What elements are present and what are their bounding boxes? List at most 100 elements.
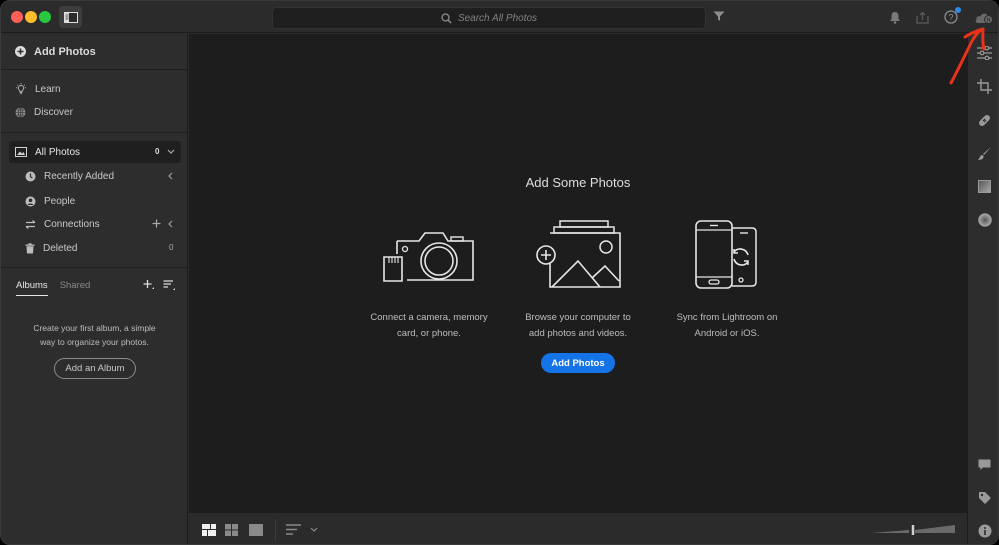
- tool-brush[interactable]: [976, 145, 993, 162]
- tool-comments[interactable]: [976, 456, 993, 473]
- main-content: Add Some Photos Connect a camera, memory…: [189, 34, 967, 512]
- albums-tabs: Albums Shared: [16, 280, 90, 296]
- sidebar-divider: [1, 132, 188, 133]
- all-photos-label: All Photos: [35, 146, 81, 158]
- empty-albums-line2: way to organize your photos.: [40, 337, 149, 347]
- tool-radial-gradient[interactable]: [976, 211, 993, 228]
- right-toolstrip: [967, 34, 998, 544]
- share-button[interactable]: [914, 9, 930, 25]
- empty-state-title: Add Some Photos: [525, 175, 631, 190]
- detail-view-icon[interactable]: [249, 524, 263, 536]
- comment-icon: [978, 459, 991, 470]
- tool-edit[interactable]: [976, 44, 993, 61]
- sidebar-divider: [1, 267, 188, 268]
- healing-bandage-icon: [979, 115, 990, 126]
- empty-albums-line1: Create your first album, a simple: [33, 323, 156, 333]
- deleted-count: 0: [169, 243, 174, 252]
- cloud-sync-button[interactable]: [974, 9, 994, 25]
- option-browse-line1: Browse your computer to: [525, 312, 631, 323]
- sidebar-item-deleted[interactable]: Deleted 0: [9, 237, 181, 259]
- close-window-button[interactable]: [11, 11, 23, 23]
- tab-shared[interactable]: Shared: [60, 280, 91, 296]
- app-window: Search All Photos ? Add Photos Learn Dis…: [0, 0, 999, 545]
- info-icon: [978, 524, 991, 537]
- tool-crop[interactable]: [976, 78, 993, 95]
- option-camera-line2: card, or phone.: [397, 328, 461, 339]
- filter-icon[interactable]: [713, 11, 725, 22]
- empty-albums-message: Create your first album, a simple way to…: [1, 321, 188, 349]
- share-icon: [915, 11, 929, 24]
- sidebar-item-all-photos[interactable]: All Photos 0: [9, 141, 181, 163]
- mobile-sync-icon: [695, 220, 757, 289]
- svg-text:?: ?: [948, 13, 953, 23]
- option-browse-computer: Browse your computer to add photos and v…: [498, 214, 658, 342]
- chevron-left-icon[interactable]: [167, 172, 173, 180]
- photo-grid-view-icon[interactable]: [202, 524, 216, 536]
- toolbar-divider: [275, 519, 276, 541]
- tool-healing[interactable]: [976, 112, 993, 129]
- add-connection-icon[interactable]: [152, 219, 161, 228]
- create-album-icon[interactable]: [143, 279, 155, 291]
- chevron-down-icon[interactable]: [167, 149, 175, 155]
- square-grid-view-icon[interactable]: [225, 524, 238, 536]
- clock-icon: [25, 171, 36, 181]
- sidebar-item-recently-added[interactable]: Recently Added: [9, 165, 181, 187]
- option-sync-line1: Sync from Lightroom on: [676, 312, 778, 323]
- tool-linear-gradient[interactable]: [976, 178, 993, 195]
- panel-toggle-button[interactable]: [59, 6, 82, 28]
- option-sync-line2: Android or iOS.: [694, 328, 760, 339]
- photo-library-icon: [15, 147, 27, 157]
- add-photos-label: Add Photos: [34, 45, 96, 58]
- people-label: People: [44, 195, 76, 207]
- thumbnail-size-slider[interactable]: [871, 524, 955, 536]
- add-photos-button[interactable]: Add Photos: [541, 353, 615, 373]
- maximize-window-button[interactable]: [39, 11, 51, 23]
- album-tools: [143, 279, 176, 291]
- left-sidebar: Add Photos Learn Discover All Photos 0 R…: [1, 34, 188, 544]
- slider-handle[interactable]: [911, 525, 915, 535]
- sidebar-item-learn[interactable]: Learn: [9, 78, 181, 100]
- sidebar-item-people[interactable]: People: [9, 190, 181, 212]
- tool-keywords[interactable]: [976, 489, 993, 506]
- connections-label: Connections: [44, 218, 100, 230]
- sidebar-item-discover[interactable]: Discover: [9, 101, 181, 123]
- learn-label: Learn: [35, 83, 61, 95]
- brush-icon: [978, 147, 991, 160]
- plus-circle-icon: [15, 46, 26, 57]
- connections-icon: [25, 219, 36, 229]
- lightbulb-icon: [16, 83, 26, 95]
- sort-albums-icon[interactable]: [163, 279, 176, 291]
- option-sync-mobile: Sync from Lightroom on Android or iOS.: [647, 214, 807, 342]
- add-image-icon: [536, 220, 621, 288]
- help-notification-dot: [955, 7, 961, 13]
- tool-info[interactable]: [976, 522, 993, 539]
- sidebar-add-photos-button[interactable]: Add Photos: [1, 34, 188, 70]
- title-bar: Search All Photos ?: [1, 1, 998, 33]
- option-connect-camera: Connect a camera, memory card, or phone.: [349, 214, 509, 342]
- option-browse-line2: add photos and videos.: [528, 328, 628, 339]
- search-icon: [441, 12, 452, 24]
- cloud-sync-paused-icon: [975, 13, 993, 24]
- notifications-button[interactable]: [887, 9, 903, 25]
- chevron-left-icon[interactable]: [167, 220, 173, 228]
- tab-albums[interactable]: Albums: [16, 280, 48, 296]
- linear-gradient-icon: [978, 180, 991, 193]
- edit-sliders-icon: [977, 45, 992, 60]
- radial-gradient-icon: [977, 212, 992, 227]
- sidebar-item-connections[interactable]: Connections: [9, 213, 181, 235]
- minimize-window-button[interactable]: [25, 11, 37, 23]
- discover-label: Discover: [34, 106, 73, 118]
- bell-icon: [890, 11, 900, 24]
- tag-icon: [978, 491, 991, 504]
- chevron-down-icon[interactable]: [310, 527, 318, 533]
- help-button[interactable]: ?: [943, 7, 961, 25]
- add-album-button[interactable]: Add an Album: [54, 358, 136, 379]
- search-input[interactable]: Search All Photos: [272, 7, 706, 29]
- deleted-label: Deleted: [43, 242, 78, 254]
- bottom-toolbar: [189, 512, 967, 544]
- trash-icon: [25, 242, 35, 253]
- search-placeholder: Search All Photos: [457, 12, 538, 24]
- person-icon: [25, 196, 36, 206]
- sort-icon[interactable]: [286, 524, 301, 535]
- globe-icon: [15, 106, 26, 118]
